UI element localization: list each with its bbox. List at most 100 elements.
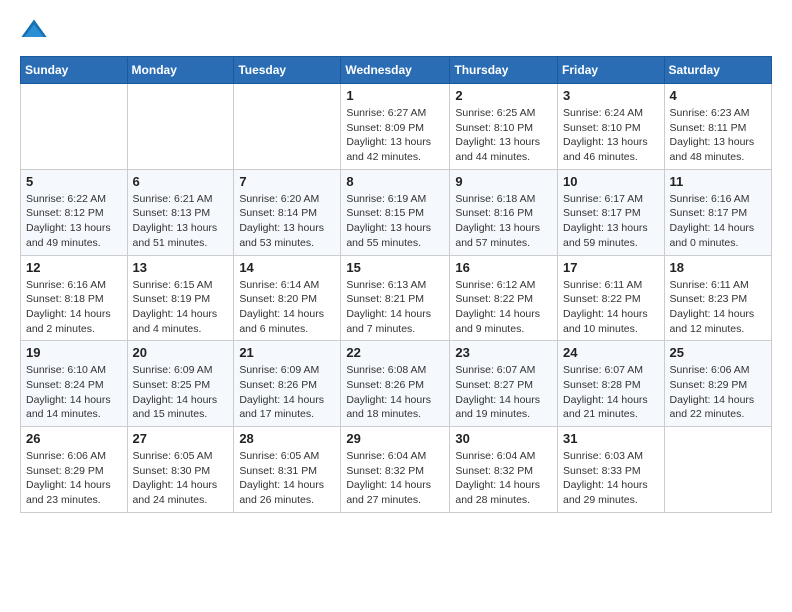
day-info: Sunrise: 6:03 AM Sunset: 8:33 PM Dayligh… [563, 449, 659, 508]
day-number: 27 [133, 431, 229, 446]
day-info: Sunrise: 6:14 AM Sunset: 8:20 PM Dayligh… [239, 278, 335, 337]
day-number: 24 [563, 345, 659, 360]
calendar-cell: 10 Sunrise: 6:17 AM Sunset: 8:17 PM Dayli… [558, 169, 665, 255]
calendar-cell: 23 Sunrise: 6:07 AM Sunset: 8:27 PM Dayli… [450, 341, 558, 427]
day-number: 9 [455, 174, 552, 189]
day-info: Sunrise: 6:22 AM Sunset: 8:12 PM Dayligh… [26, 192, 122, 251]
calendar-cell [21, 84, 128, 170]
day-number: 4 [670, 88, 766, 103]
calendar-cell: 27 Sunrise: 6:05 AM Sunset: 8:30 PM Dayli… [127, 427, 234, 513]
calendar-cell [664, 427, 771, 513]
calendar-cell: 25 Sunrise: 6:06 AM Sunset: 8:29 PM Dayli… [664, 341, 771, 427]
calendar-cell: 7 Sunrise: 6:20 AM Sunset: 8:14 PM Daylig… [234, 169, 341, 255]
calendar-cell: 24 Sunrise: 6:07 AM Sunset: 8:28 PM Dayli… [558, 341, 665, 427]
day-number: 8 [346, 174, 444, 189]
day-number: 29 [346, 431, 444, 446]
day-number: 31 [563, 431, 659, 446]
day-info: Sunrise: 6:27 AM Sunset: 8:09 PM Dayligh… [346, 106, 444, 165]
day-info: Sunrise: 6:06 AM Sunset: 8:29 PM Dayligh… [670, 363, 766, 422]
day-number: 26 [26, 431, 122, 446]
column-header-monday: Monday [127, 57, 234, 84]
calendar-cell: 6 Sunrise: 6:21 AM Sunset: 8:13 PM Daylig… [127, 169, 234, 255]
calendar-cell: 5 Sunrise: 6:22 AM Sunset: 8:12 PM Daylig… [21, 169, 128, 255]
calendar-cell: 12 Sunrise: 6:16 AM Sunset: 8:18 PM Dayli… [21, 255, 128, 341]
day-number: 15 [346, 260, 444, 275]
day-number: 17 [563, 260, 659, 275]
calendar-cell: 16 Sunrise: 6:12 AM Sunset: 8:22 PM Dayli… [450, 255, 558, 341]
calendar-table: SundayMondayTuesdayWednesdayThursdayFrid… [20, 56, 772, 513]
day-number: 19 [26, 345, 122, 360]
day-info: Sunrise: 6:09 AM Sunset: 8:26 PM Dayligh… [239, 363, 335, 422]
day-info: Sunrise: 6:12 AM Sunset: 8:22 PM Dayligh… [455, 278, 552, 337]
day-number: 13 [133, 260, 229, 275]
day-number: 5 [26, 174, 122, 189]
day-info: Sunrise: 6:08 AM Sunset: 8:26 PM Dayligh… [346, 363, 444, 422]
day-number: 23 [455, 345, 552, 360]
day-number: 18 [670, 260, 766, 275]
calendar-cell: 11 Sunrise: 6:16 AM Sunset: 8:17 PM Dayli… [664, 169, 771, 255]
day-info: Sunrise: 6:17 AM Sunset: 8:17 PM Dayligh… [563, 192, 659, 251]
calendar-cell: 17 Sunrise: 6:11 AM Sunset: 8:22 PM Dayli… [558, 255, 665, 341]
column-header-sunday: Sunday [21, 57, 128, 84]
day-number: 6 [133, 174, 229, 189]
calendar-cell: 3Sunrise: 6:24 AM Sunset: 8:10 PM Daylig… [558, 84, 665, 170]
day-number: 20 [133, 345, 229, 360]
day-info: Sunrise: 6:10 AM Sunset: 8:24 PM Dayligh… [26, 363, 122, 422]
page-header [20, 16, 772, 44]
day-info: Sunrise: 6:16 AM Sunset: 8:17 PM Dayligh… [670, 192, 766, 251]
logo [20, 16, 52, 44]
day-info: Sunrise: 6:23 AM Sunset: 8:11 PM Dayligh… [670, 106, 766, 165]
day-info: Sunrise: 6:15 AM Sunset: 8:19 PM Dayligh… [133, 278, 229, 337]
day-info: Sunrise: 6:07 AM Sunset: 8:28 PM Dayligh… [563, 363, 659, 422]
day-number: 28 [239, 431, 335, 446]
day-number: 25 [670, 345, 766, 360]
day-info: Sunrise: 6:16 AM Sunset: 8:18 PM Dayligh… [26, 278, 122, 337]
calendar-cell: 28 Sunrise: 6:05 AM Sunset: 8:31 PM Dayli… [234, 427, 341, 513]
calendar-week-row: 19 Sunrise: 6:10 AM Sunset: 8:24 PM Dayli… [21, 341, 772, 427]
day-info: Sunrise: 6:19 AM Sunset: 8:15 PM Dayligh… [346, 192, 444, 251]
calendar-cell: 1Sunrise: 6:27 AM Sunset: 8:09 PM Daylig… [341, 84, 450, 170]
calendar-cell: 15 Sunrise: 6:13 AM Sunset: 8:21 PM Dayli… [341, 255, 450, 341]
calendar-week-row: 26 Sunrise: 6:06 AM Sunset: 8:29 PM Dayli… [21, 427, 772, 513]
calendar-cell: 20 Sunrise: 6:09 AM Sunset: 8:25 PM Dayli… [127, 341, 234, 427]
day-number: 3 [563, 88, 659, 103]
calendar-week-row: 12 Sunrise: 6:16 AM Sunset: 8:18 PM Dayli… [21, 255, 772, 341]
calendar-cell: 9 Sunrise: 6:18 AM Sunset: 8:16 PM Daylig… [450, 169, 558, 255]
calendar-cell: 4 Sunrise: 6:23 AM Sunset: 8:11 PM Daylig… [664, 84, 771, 170]
day-info: Sunrise: 6:07 AM Sunset: 8:27 PM Dayligh… [455, 363, 552, 422]
calendar-cell [234, 84, 341, 170]
day-info: Sunrise: 6:11 AM Sunset: 8:23 PM Dayligh… [670, 278, 766, 337]
calendar-cell: 13 Sunrise: 6:15 AM Sunset: 8:19 PM Dayli… [127, 255, 234, 341]
calendar-cell: 19 Sunrise: 6:10 AM Sunset: 8:24 PM Dayli… [21, 341, 128, 427]
calendar-cell: 14 Sunrise: 6:14 AM Sunset: 8:20 PM Dayli… [234, 255, 341, 341]
calendar-cell: 22Sunrise: 6:08 AM Sunset: 8:26 PM Dayli… [341, 341, 450, 427]
column-header-wednesday: Wednesday [341, 57, 450, 84]
day-number: 2 [455, 88, 552, 103]
column-header-friday: Friday [558, 57, 665, 84]
day-info: Sunrise: 6:18 AM Sunset: 8:16 PM Dayligh… [455, 192, 552, 251]
day-info: Sunrise: 6:11 AM Sunset: 8:22 PM Dayligh… [563, 278, 659, 337]
day-number: 11 [670, 174, 766, 189]
day-number: 16 [455, 260, 552, 275]
calendar-cell: 30 Sunrise: 6:04 AM Sunset: 8:32 PM Dayli… [450, 427, 558, 513]
day-info: Sunrise: 6:05 AM Sunset: 8:30 PM Dayligh… [133, 449, 229, 508]
day-number: 14 [239, 260, 335, 275]
day-info: Sunrise: 6:06 AM Sunset: 8:29 PM Dayligh… [26, 449, 122, 508]
logo-icon [20, 16, 48, 44]
day-info: Sunrise: 6:04 AM Sunset: 8:32 PM Dayligh… [455, 449, 552, 508]
column-header-saturday: Saturday [664, 57, 771, 84]
day-info: Sunrise: 6:13 AM Sunset: 8:21 PM Dayligh… [346, 278, 444, 337]
column-header-thursday: Thursday [450, 57, 558, 84]
calendar-cell [127, 84, 234, 170]
day-info: Sunrise: 6:20 AM Sunset: 8:14 PM Dayligh… [239, 192, 335, 251]
calendar-week-row: 1Sunrise: 6:27 AM Sunset: 8:09 PM Daylig… [21, 84, 772, 170]
day-number: 10 [563, 174, 659, 189]
day-number: 12 [26, 260, 122, 275]
day-info: Sunrise: 6:21 AM Sunset: 8:13 PM Dayligh… [133, 192, 229, 251]
day-info: Sunrise: 6:09 AM Sunset: 8:25 PM Dayligh… [133, 363, 229, 422]
calendar-cell: 2 Sunrise: 6:25 AM Sunset: 8:10 PM Daylig… [450, 84, 558, 170]
day-info: Sunrise: 6:25 AM Sunset: 8:10 PM Dayligh… [455, 106, 552, 165]
day-number: 7 [239, 174, 335, 189]
day-number: 30 [455, 431, 552, 446]
day-info: Sunrise: 6:05 AM Sunset: 8:31 PM Dayligh… [239, 449, 335, 508]
